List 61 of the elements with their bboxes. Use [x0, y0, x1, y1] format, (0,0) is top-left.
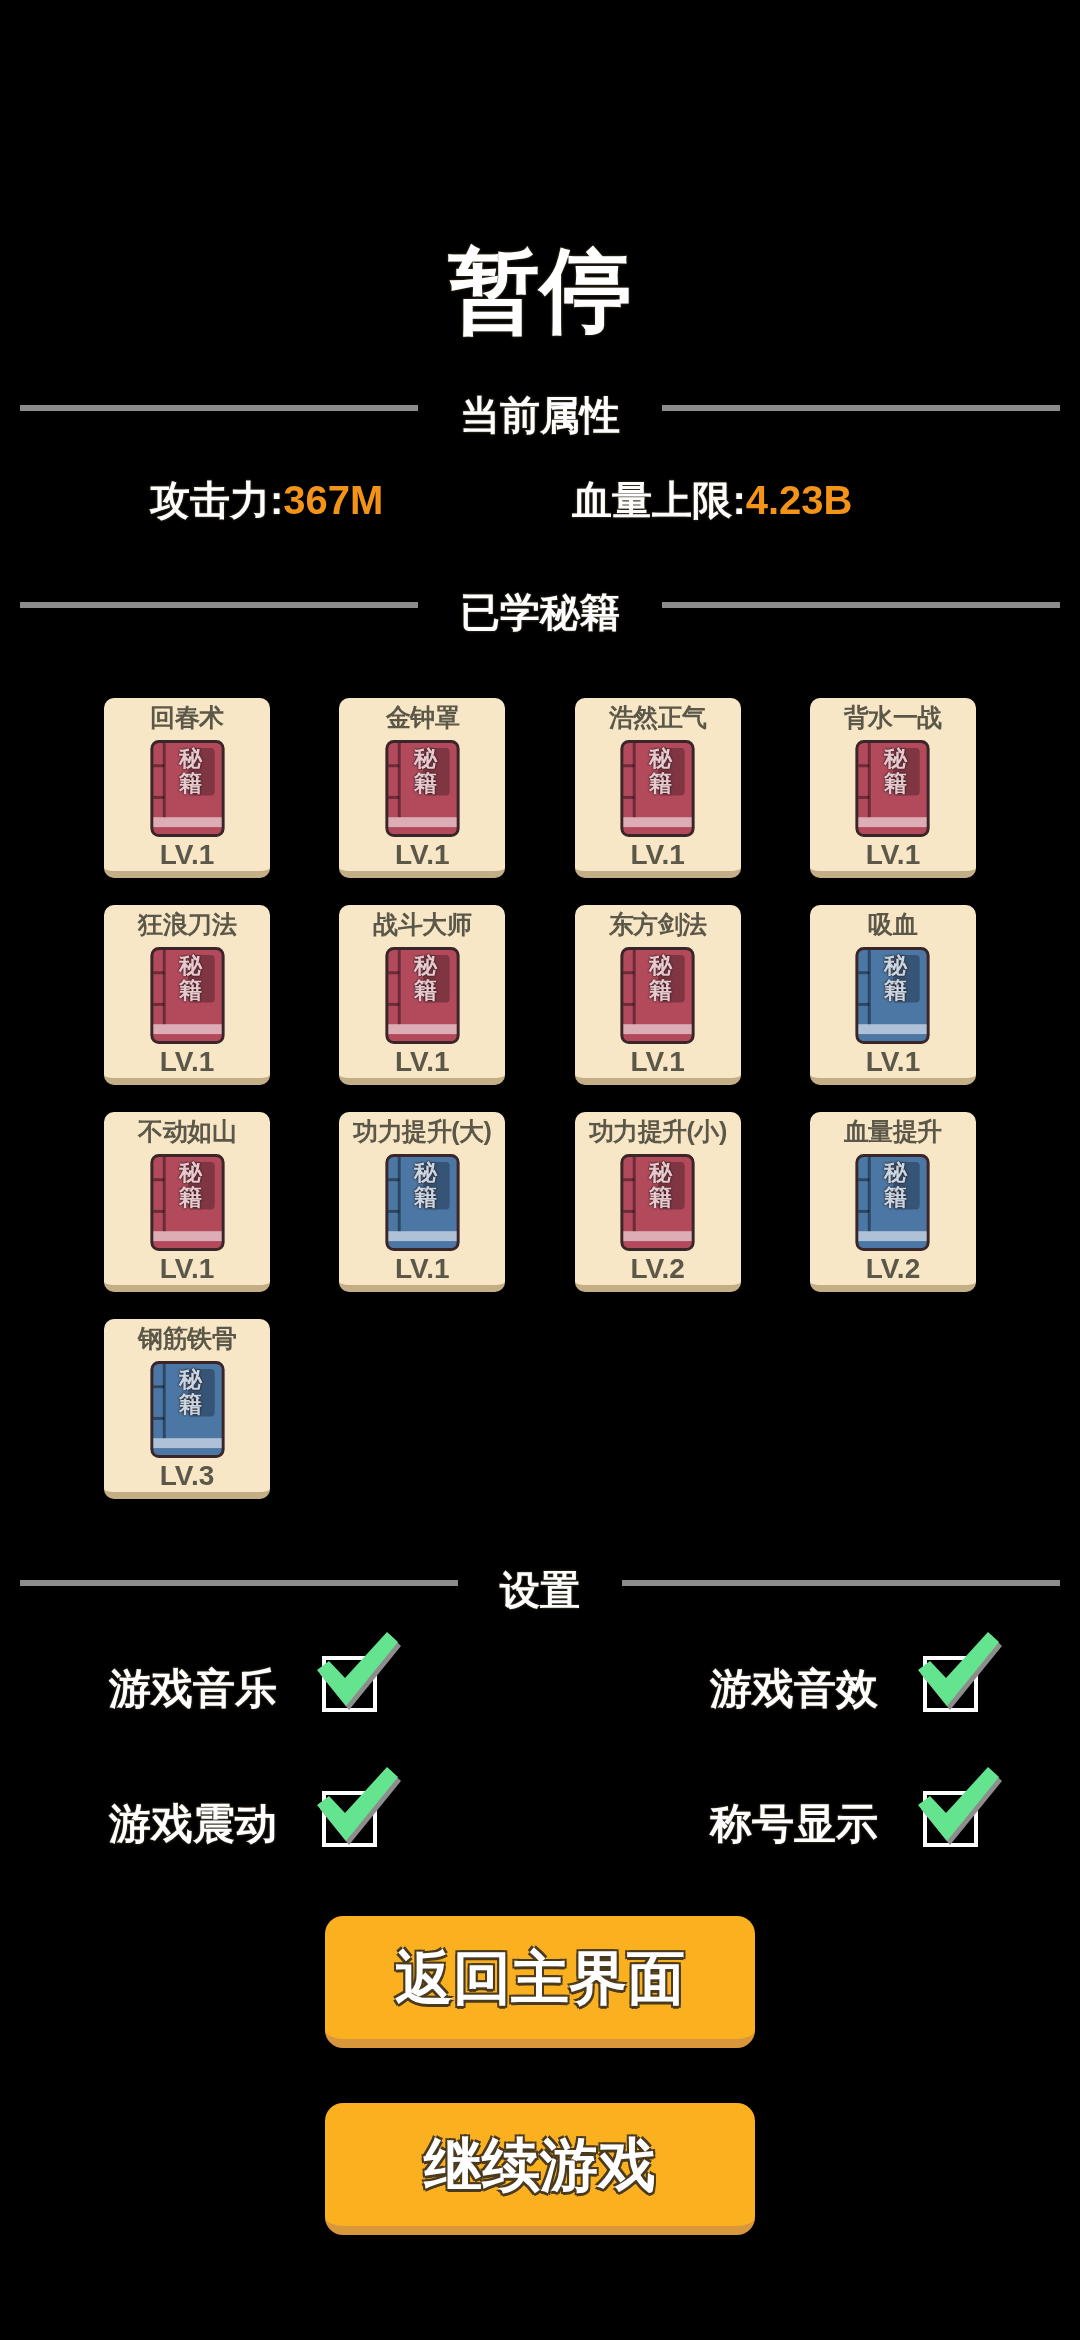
- skill-level: LV.3: [159, 1461, 215, 1491]
- skill-level: LV.1: [159, 840, 215, 870]
- stat-value: 4.23B: [745, 477, 853, 524]
- book-cover-title: 秘籍: [884, 1160, 908, 1211]
- skill-level: LV.1: [395, 1047, 450, 1077]
- skill-level: LV.1: [865, 1047, 921, 1077]
- book-cover-title: 秘籍: [178, 1160, 202, 1211]
- setting-label: 称号显示: [710, 1802, 878, 1846]
- check-icon: [918, 1632, 1002, 1712]
- skill-name: 钢筋铁骨: [138, 1323, 236, 1354]
- check-icon: [317, 1632, 401, 1712]
- book-cover-title: 秘籍: [413, 746, 437, 797]
- skill-level: LV.1: [630, 840, 685, 870]
- skill-name: 功力提升(小): [588, 1116, 727, 1147]
- checkbox[interactable]: [317, 1632, 401, 1712]
- book-cover-title: 秘籍: [178, 746, 202, 797]
- skill-level: LV.2: [630, 1254, 685, 1284]
- stat-value: 367M: [283, 477, 384, 524]
- skill-level: LV.1: [159, 1047, 215, 1077]
- skill-level: LV.1: [395, 840, 450, 870]
- check-icon: [918, 1767, 1002, 1847]
- skill-level: LV.1: [159, 1254, 215, 1284]
- skill-name: 浩然正气: [608, 702, 707, 733]
- stat-label: 血量上限:: [572, 477, 746, 524]
- book-cover-title: 秘籍: [884, 746, 908, 797]
- skill-name: 战斗大师: [373, 909, 472, 940]
- setting-label: 游戏音效: [710, 1667, 878, 1711]
- pause-title: 暂停: [448, 242, 632, 338]
- check-icon: [317, 1767, 401, 1847]
- book-cover-title: 秘籍: [649, 746, 673, 797]
- stat-label: 攻击力:: [150, 477, 284, 524]
- skill-name: 狂浪刀法: [138, 909, 236, 940]
- menu-button[interactable]: 返回主界面: [325, 1916, 755, 2048]
- book-cover-title: 秘籍: [884, 953, 908, 1004]
- checkbox[interactable]: [317, 1767, 401, 1847]
- skill-name: 金钟罩: [385, 702, 460, 733]
- book-cover-title: 秘籍: [413, 1160, 437, 1211]
- book-cover-title: 秘籍: [649, 953, 673, 1004]
- skill-name: 背水一战: [844, 702, 942, 733]
- skill-level: LV.1: [865, 840, 921, 870]
- section-heading: 设置: [500, 1567, 580, 1614]
- skill-name: 血量提升: [844, 1116, 942, 1147]
- skill-level: LV.1: [630, 1047, 685, 1077]
- book-cover-title: 秘籍: [413, 953, 437, 1004]
- book-cover-title: 秘籍: [649, 1160, 673, 1211]
- skill-level: LV.1: [395, 1254, 450, 1284]
- setting-label: 游戏震动: [109, 1802, 277, 1846]
- book-cover-title: 秘籍: [178, 953, 202, 1004]
- skill-name: 吸血: [868, 909, 918, 940]
- checkbox[interactable]: [918, 1767, 1002, 1847]
- section-heading: 已学秘籍: [460, 589, 620, 636]
- menu-button[interactable]: 继续游戏: [325, 2103, 755, 2235]
- skill-name: 回春术: [150, 702, 224, 733]
- book-cover-title: 秘籍: [178, 1367, 202, 1418]
- checkbox[interactable]: [918, 1632, 1002, 1712]
- skill-name: 功力提升(大): [353, 1116, 492, 1147]
- skill-level: LV.2: [865, 1254, 921, 1284]
- section-heading: 当前属性: [460, 392, 620, 439]
- skill-name: 不动如山: [138, 1116, 236, 1147]
- setting-label: 游戏音乐: [109, 1667, 277, 1711]
- skill-name: 东方剑法: [608, 909, 707, 940]
